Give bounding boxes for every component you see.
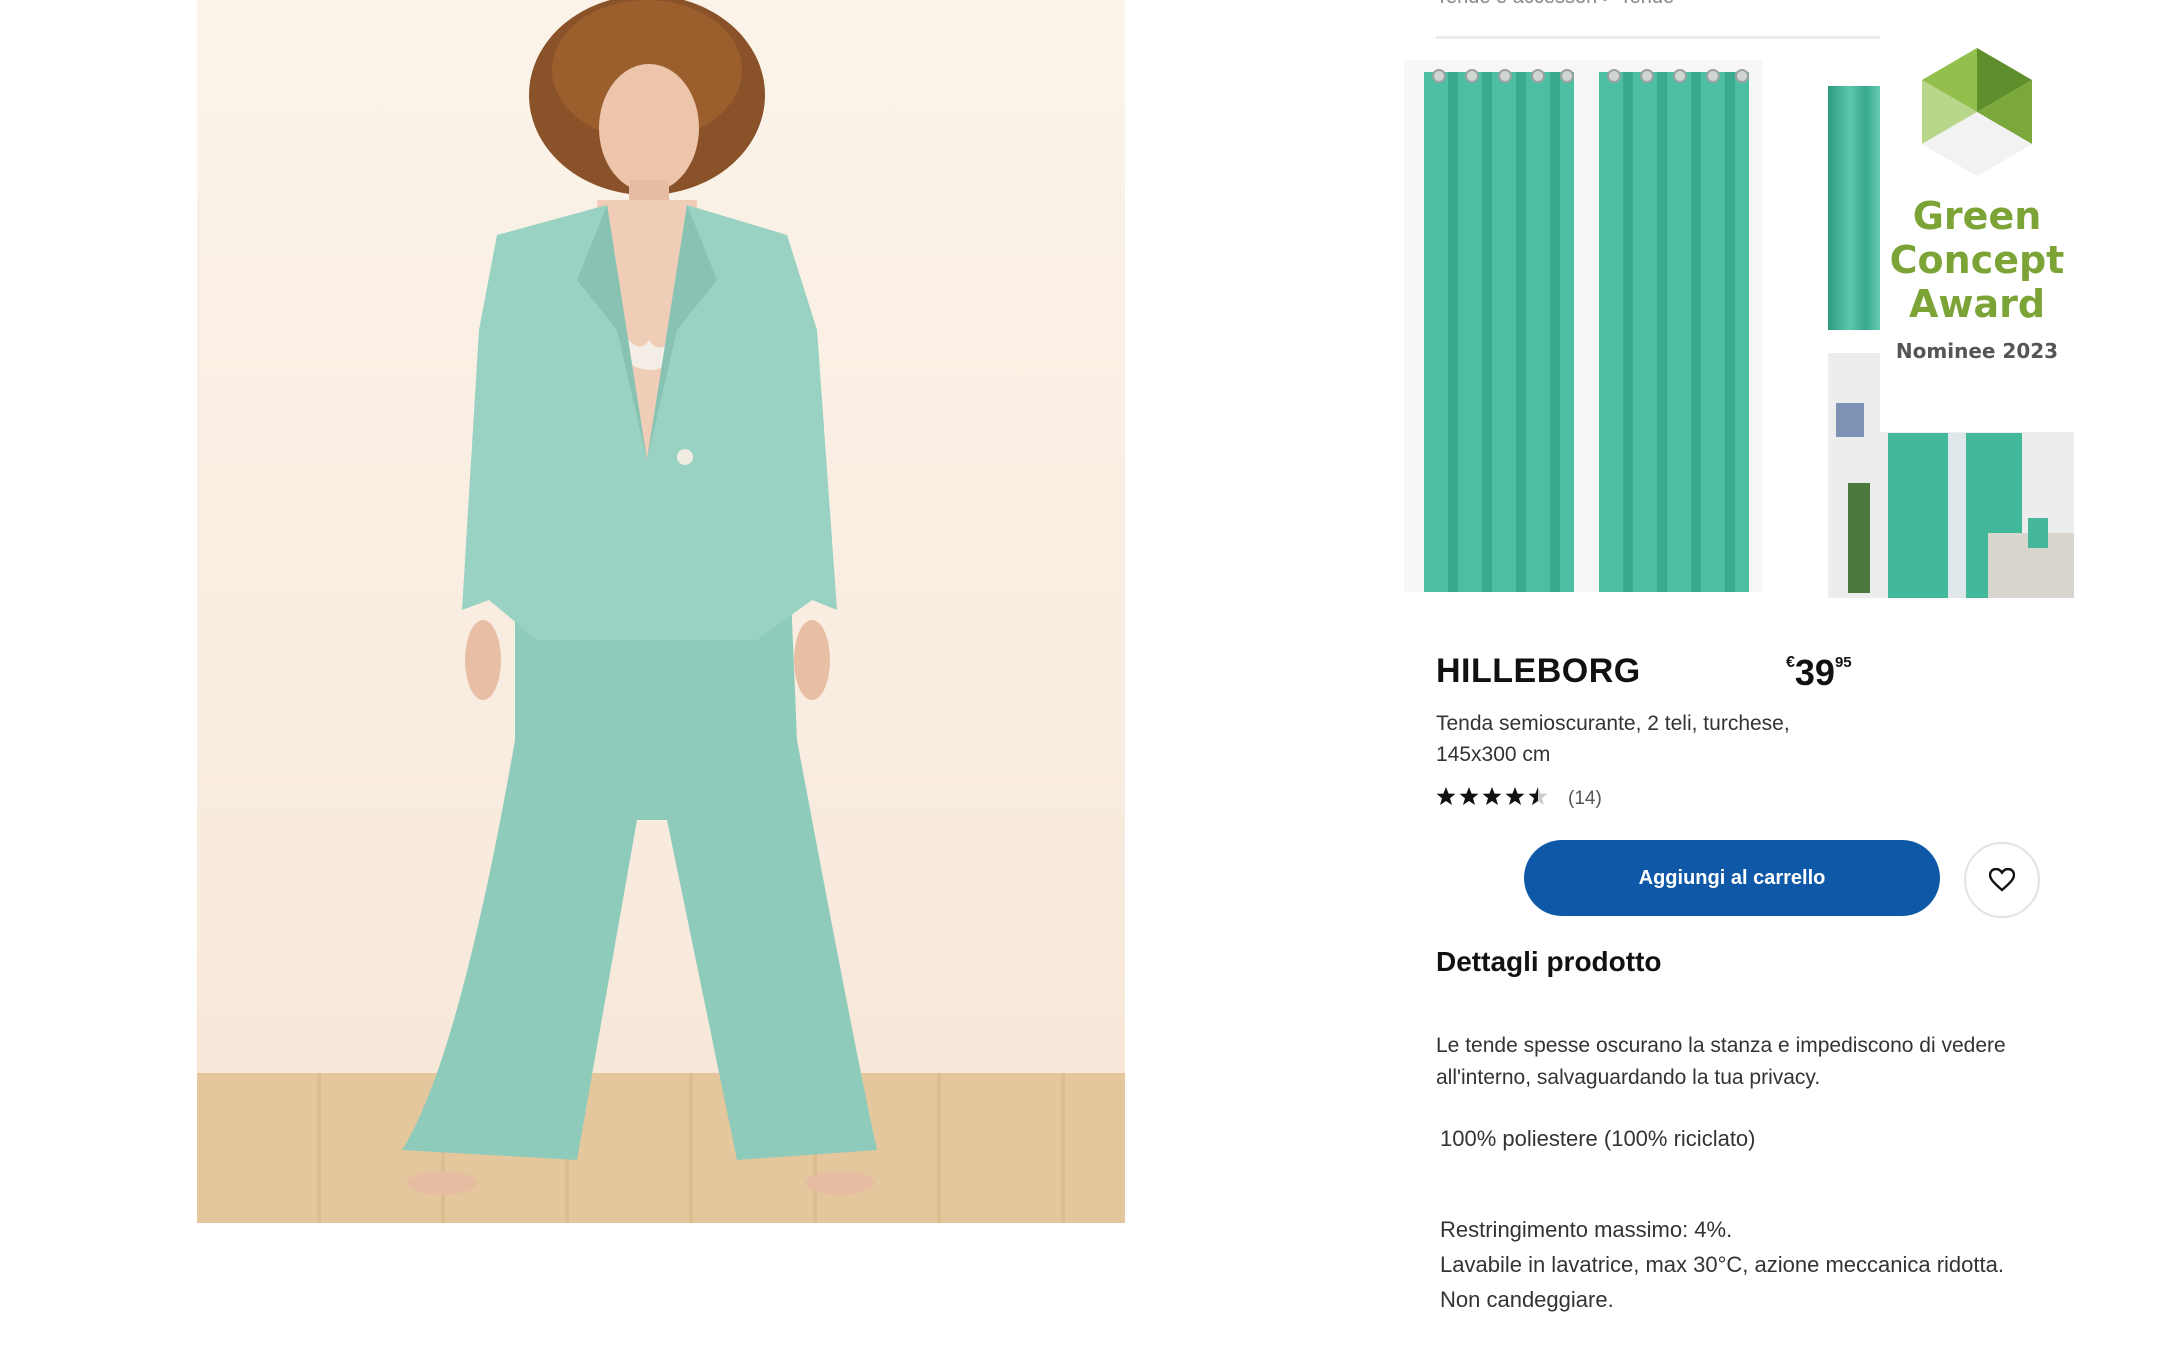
award-subtitle: Nominee 2023 [1895, 339, 2059, 363]
care-line: Restringimento massimo: 4%. [1440, 1217, 1733, 1242]
product-name: HILLEBORG [1436, 652, 1641, 690]
care-line: Lavabile in lavatrice, max 30°C, azione … [1440, 1252, 2004, 1277]
rating-count[interactable]: (14) [1568, 788, 1602, 810]
care-line: Non candeggiare. [1440, 1287, 1614, 1312]
award-logo-icon [1922, 48, 2032, 176]
model-photo [197, 0, 1125, 1223]
product-details-heading[interactable]: Dettagli prodotto [1436, 946, 1662, 978]
care-instructions: Restringimento massimo: 4%. Lavabile in … [1440, 1212, 2020, 1317]
model-figure [402, 0, 877, 1195]
rating-stars[interactable] [1436, 786, 1548, 814]
divider [1436, 36, 1880, 39]
heart-icon [1989, 868, 2015, 892]
product-thumbnail-detail[interactable] [1828, 86, 1882, 330]
price-currency: € [1786, 654, 1795, 671]
price-decimals: 95 [1834, 654, 1852, 671]
award-badge: Green Concept Award Nominee 2023 [1880, 36, 2074, 432]
star-icon [1436, 787, 1548, 805]
breadcrumb[interactable]: Tende e accessori > Tende [1436, 0, 1674, 9]
price-integer: 39 [1794, 652, 1835, 693]
product-description: Tenda semioscurante, 2 teli, turchese, 1… [1436, 712, 1790, 766]
product-main-image[interactable] [1404, 60, 1762, 592]
product-details-text: Le tende spesse oscurano la stanza e imp… [1436, 1034, 2006, 1089]
add-to-cart-button[interactable]: Aggiungi al carrello [1524, 840, 1940, 916]
favourite-button[interactable] [1964, 842, 2040, 918]
award-title: Green Concept Award [1889, 194, 2065, 326]
product-price: €3995 [1786, 652, 1852, 694]
material-composition: 100% poliestere (100% riciclato) [1440, 1126, 1756, 1151]
curtain-illustration [1424, 69, 1749, 592]
